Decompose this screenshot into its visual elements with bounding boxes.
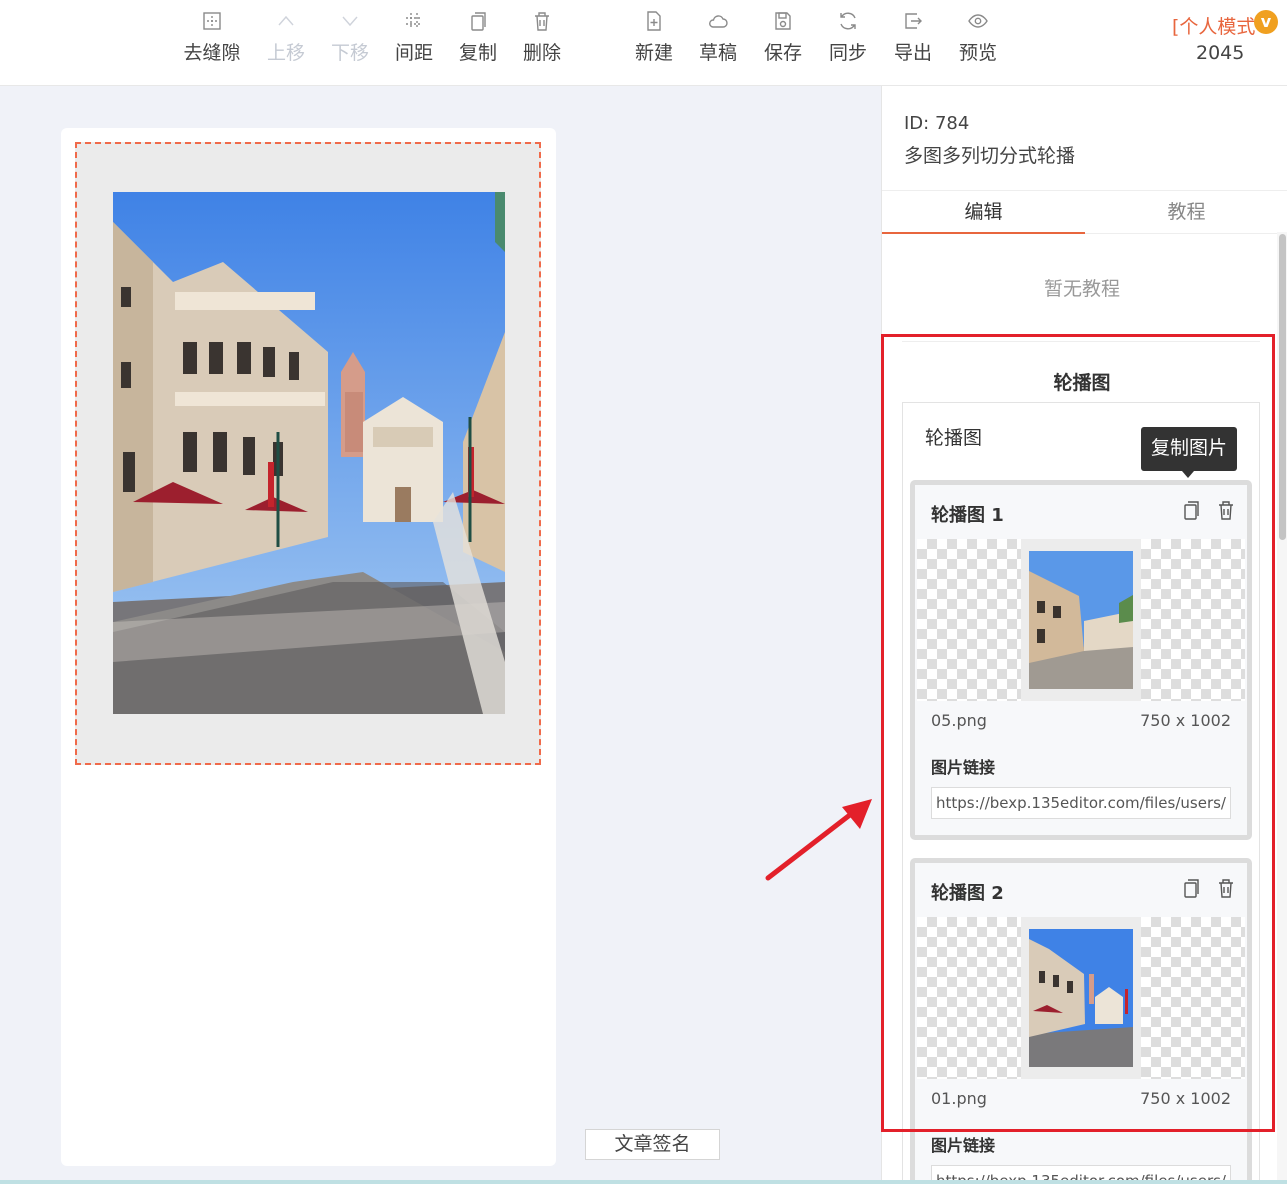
image-link-label: 图片链接 — [931, 758, 996, 777]
slide-thumbnail-row — [917, 917, 1245, 1079]
slide-file-name: 01.png — [931, 1089, 987, 1108]
copy-image-tooltip: 复制图片 — [1141, 427, 1237, 471]
slide-title: 轮播图 2 — [931, 883, 1004, 904]
slide-thumbnail-row — [917, 539, 1245, 701]
carousel-main-image[interactable] — [113, 192, 505, 714]
slide-file-name: 05.png — [931, 711, 987, 730]
eye-icon — [968, 14, 988, 28]
draft-button[interactable]: 草稿 — [686, 10, 750, 72]
copy-image-button[interactable] — [1181, 877, 1203, 899]
save-label: 保存 — [763, 42, 802, 64]
export-icon — [905, 13, 922, 29]
sync-button[interactable]: 同步 — [816, 10, 880, 72]
slide-dimensions: 750 x 1002 — [1140, 711, 1231, 730]
red-arrow-icon — [765, 799, 872, 881]
copy-icon — [471, 12, 486, 31]
bottom-edge-bar — [0, 1180, 1287, 1184]
spacing-icon — [406, 13, 422, 29]
slide-dimensions: 750 x 1002 — [1140, 1089, 1231, 1108]
transparent-placeholder — [1141, 917, 1245, 1079]
slide-card-1: 轮播图 1 05.png 750 x 1002 图片链接 https://bex… — [910, 480, 1252, 840]
remove-gap-icon — [203, 12, 221, 30]
remove-gap-button[interactable]: 去缝隙 — [180, 10, 244, 72]
tab-edit[interactable]: 编辑 — [882, 191, 1085, 234]
template-id: ID: 784 — [904, 113, 970, 134]
move-up-button[interactable]: 上移 — [254, 10, 318, 72]
spacing-button[interactable]: 间距 — [382, 10, 446, 72]
chevron-up-icon — [278, 15, 294, 26]
new-label: 新建 — [634, 42, 673, 64]
chevron-down-icon — [342, 16, 358, 27]
cloud-icon — [709, 15, 728, 28]
move-up-label: 上移 — [266, 42, 305, 64]
user-count: 2045 — [1196, 42, 1245, 64]
slide-card-2: 轮播图 2 01.png 750 x 1002 图片链接 https://bex… — [910, 858, 1252, 1184]
save-button[interactable]: 保存 — [751, 10, 815, 72]
remove-gap-label: 去缝隙 — [183, 42, 241, 64]
draft-label: 草稿 — [698, 42, 737, 64]
vip-badge-icon: v — [1254, 10, 1278, 34]
preview-label: 预览 — [958, 42, 997, 64]
image-link-label: 图片链接 — [931, 1136, 996, 1155]
new-button[interactable]: 新建 — [622, 10, 686, 72]
settings-panel: ID: 784 多图多列切分式轮播 编辑 教程 暂无教程 轮播图 轮播图 ⌄ 轮… — [881, 86, 1287, 1184]
trash-icon — [1219, 879, 1233, 898]
save-icon — [775, 12, 791, 30]
export-label: 导出 — [893, 42, 932, 64]
transparent-placeholder — [917, 917, 1021, 1079]
panel-scrollbar-thumb[interactable] — [1279, 234, 1286, 540]
panel-tabs: 编辑 教程 — [882, 190, 1287, 234]
no-tutorial-text: 暂无教程 — [1043, 278, 1120, 300]
spacing-label: 间距 — [394, 42, 433, 64]
trash-icon — [1219, 501, 1233, 520]
sync-icon — [840, 12, 856, 30]
section-divider — [902, 341, 1260, 342]
trash-icon — [535, 12, 549, 31]
transparent-placeholder — [917, 539, 1021, 701]
article-signature-button[interactable]: 文章签名 — [585, 1129, 720, 1160]
export-button[interactable]: 导出 — [881, 10, 945, 72]
top-toolbar: 去缝隙 上移 下移 间距 复制 删除 新建 草稿 保存 同步 导出 预览 [个人… — [0, 0, 1287, 86]
section-title: 轮播图 — [1053, 372, 1111, 394]
copy-label: 复制 — [458, 42, 497, 64]
sync-label: 同步 — [828, 42, 867, 64]
preview-button[interactable]: 预览 — [946, 10, 1010, 72]
template-name: 多图多列切分式轮播 — [904, 145, 1076, 167]
delete-button[interactable]: 删除 — [510, 10, 574, 72]
tab-tutorial[interactable]: 教程 — [1085, 191, 1287, 234]
new-file-icon — [647, 11, 661, 31]
carousel-group-label: 轮播图 — [925, 427, 983, 449]
copy-icon — [1184, 501, 1199, 520]
transparent-placeholder — [1141, 539, 1245, 701]
delete-slide-button[interactable] — [1215, 499, 1237, 521]
copy-icon — [1184, 879, 1199, 898]
delete-label: 删除 — [522, 42, 561, 64]
image-link-input[interactable] — [931, 787, 1231, 819]
personal-mode-link[interactable]: [个人模式 — [1172, 12, 1255, 39]
slide-title: 轮播图 1 — [931, 505, 1004, 526]
delete-slide-button[interactable] — [1215, 877, 1237, 899]
move-down-label: 下移 — [330, 42, 369, 64]
copy-image-button[interactable] — [1181, 499, 1203, 521]
slide-thumbnail[interactable] — [1021, 917, 1141, 1079]
move-down-button[interactable]: 下移 — [318, 10, 382, 72]
slide-thumbnail[interactable] — [1021, 539, 1141, 701]
tooltip-arrow — [1182, 471, 1194, 478]
copy-button[interactable]: 复制 — [446, 10, 510, 72]
